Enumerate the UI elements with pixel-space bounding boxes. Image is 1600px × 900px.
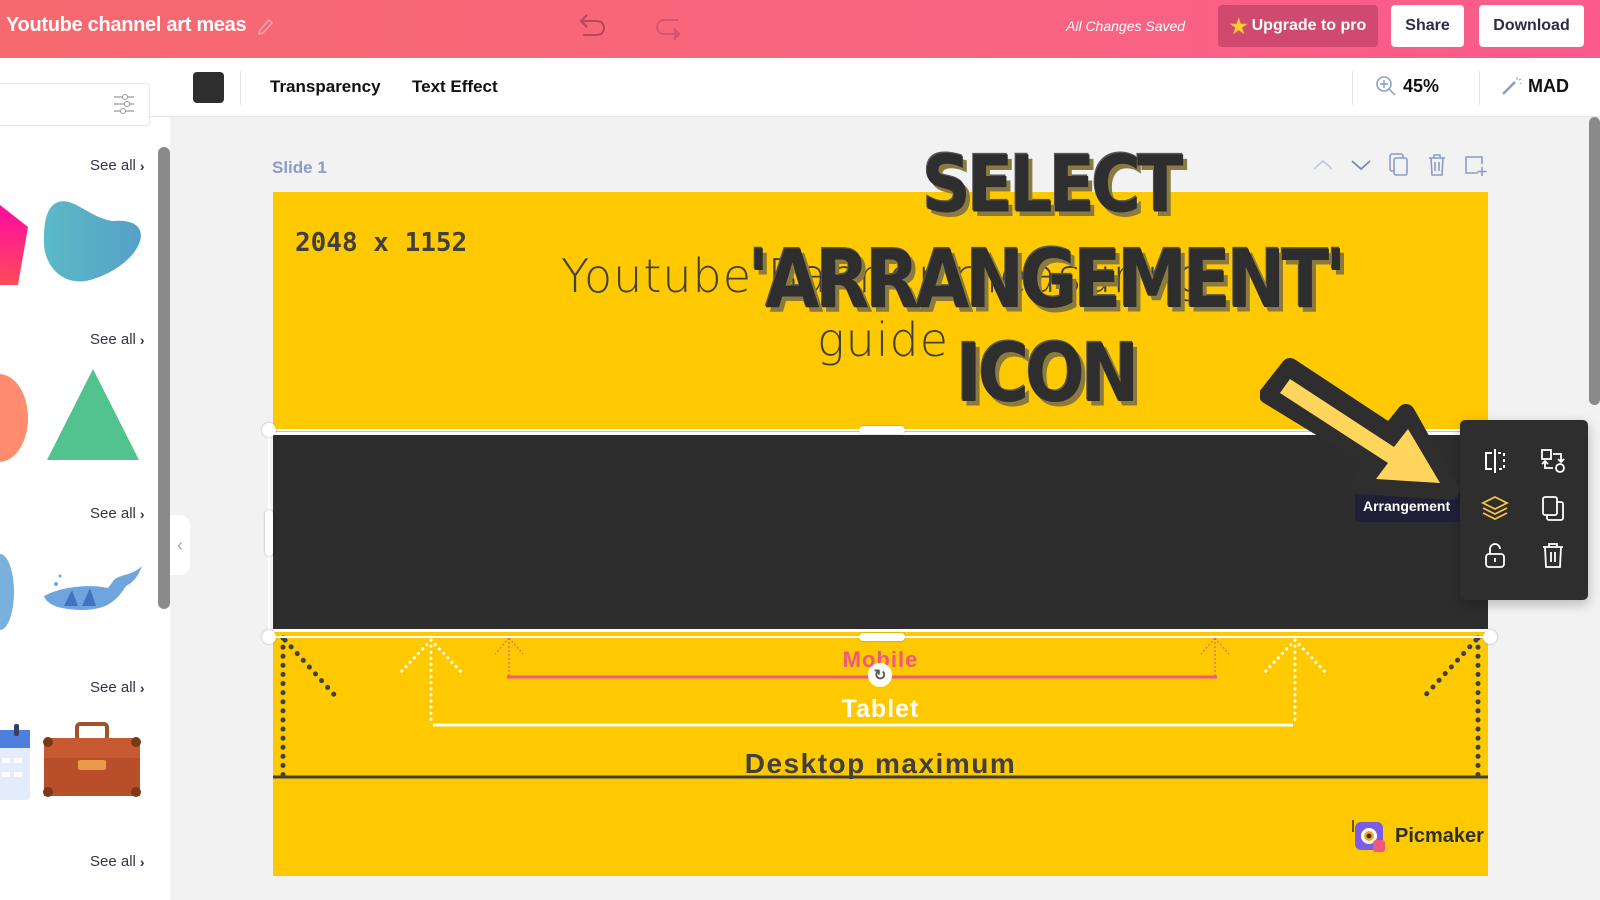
picmaker-logo[interactable]: Picmaker xyxy=(1351,818,1484,854)
elements-sidebar: See all › See all › See all › See all › See … xyxy=(0,83,170,900)
magic-label: MAD xyxy=(1528,75,1569,96)
chevron-left-icon: ‹ xyxy=(177,534,183,555)
chevron-right-icon: › xyxy=(139,679,145,696)
filter-icon[interactable] xyxy=(113,92,135,116)
magic-wand-icon xyxy=(1502,77,1522,95)
zoom-in-icon xyxy=(1376,76,1396,96)
annotation-line-2: 'ARRANGEMENT' xyxy=(748,232,1347,327)
toolbar: Transparency Text Effect 45% MAD xyxy=(0,58,1600,117)
picmaker-logo-text: Picmaker xyxy=(1395,824,1484,847)
see-all-link[interactable]: See all › xyxy=(90,505,145,522)
tablet-label[interactable]: Tablet xyxy=(273,695,1488,724)
replace-icon xyxy=(1541,449,1565,473)
move-slide-down-icon[interactable] xyxy=(1348,152,1374,178)
layers-icon xyxy=(1480,495,1510,521)
annotation-line-3: ICON xyxy=(956,326,1140,421)
replace-button[interactable] xyxy=(1536,444,1570,478)
duplicate-button[interactable] xyxy=(1536,491,1570,525)
chevron-right-icon: › xyxy=(139,853,145,870)
see-all-link[interactable]: See all › xyxy=(90,679,145,696)
whale-illustration[interactable] xyxy=(42,562,146,622)
see-all-link[interactable]: See all › xyxy=(90,331,145,348)
unlock-icon xyxy=(1485,543,1505,568)
annotation-line-1: SELECT xyxy=(922,140,1183,231)
top-bar: Youtube channel art meas All Changes Sav… xyxy=(0,0,1600,58)
flip-icon xyxy=(1485,449,1505,473)
zoom-level: 45% xyxy=(1403,75,1440,96)
duplicate-icon xyxy=(1542,496,1564,521)
download-button[interactable]: Download xyxy=(1479,5,1584,47)
chevron-right-icon: › xyxy=(139,157,145,174)
undo-icon[interactable] xyxy=(575,10,611,42)
canvas-scrollbar[interactable] xyxy=(1589,117,1600,405)
collapse-sidebar-button[interactable]: ‹ xyxy=(170,515,190,575)
delete-button[interactable] xyxy=(1536,538,1570,572)
slide-controls xyxy=(1310,152,1488,178)
resize-handle-left[interactable] xyxy=(265,510,273,556)
briefcase-illustration[interactable] xyxy=(42,722,142,798)
move-slide-up-icon[interactable] xyxy=(1310,152,1336,178)
trash-icon xyxy=(1543,543,1563,568)
duplicate-slide-icon[interactable] xyxy=(1386,152,1412,178)
magic-button[interactable]: MAD xyxy=(1500,75,1569,97)
add-slide-icon[interactable] xyxy=(1462,152,1488,178)
annotation-arrow-icon xyxy=(1260,358,1459,500)
resize-handle-bottom-right[interactable] xyxy=(1483,630,1497,644)
pentagon-shape[interactable] xyxy=(0,205,32,295)
animal-illustration[interactable] xyxy=(0,542,16,632)
redo-icon[interactable] xyxy=(650,12,686,44)
see-all-link[interactable]: See all › xyxy=(90,853,145,870)
circle-shape[interactable] xyxy=(0,374,28,462)
resize-handle-top-left[interactable] xyxy=(262,423,276,437)
slide-label: Slide 1 xyxy=(272,158,327,177)
resize-handle-bottom-left[interactable] xyxy=(262,630,276,644)
transparency-button[interactable]: Transparency xyxy=(270,77,381,97)
divider xyxy=(1479,71,1480,105)
desktop-label[interactable]: Desktop maximum xyxy=(273,748,1488,780)
arrangement-button[interactable] xyxy=(1478,491,1512,525)
calendar-illustration[interactable] xyxy=(0,724,32,802)
chevron-right-icon: › xyxy=(139,331,145,348)
divider xyxy=(240,71,241,105)
share-button[interactable]: Share xyxy=(1391,5,1464,47)
rotate-handle-icon[interactable]: ↻ xyxy=(868,663,892,687)
zoom-control[interactable]: 45% xyxy=(1375,75,1439,97)
lock-button[interactable] xyxy=(1478,538,1512,572)
divider xyxy=(1352,71,1353,105)
document-title[interactable]: Youtube channel art meas xyxy=(6,14,247,37)
blob-shape[interactable] xyxy=(42,199,146,285)
upgrade-button[interactable]: ★ Upgrade to pro xyxy=(1218,5,1378,47)
resize-handle-top[interactable] xyxy=(859,426,905,434)
star-icon: ★ xyxy=(1229,15,1248,38)
delete-slide-icon[interactable] xyxy=(1424,152,1450,178)
save-status: All Changes Saved xyxy=(1066,18,1186,34)
text-color-swatch[interactable] xyxy=(193,72,224,103)
picmaker-logo-icon xyxy=(1352,820,1385,852)
chevron-right-icon: › xyxy=(139,505,145,522)
pencil-icon[interactable] xyxy=(255,16,275,38)
upgrade-label: Upgrade to pro xyxy=(1251,17,1367,34)
text-effect-button[interactable]: Text Effect xyxy=(412,77,498,97)
triangle-shape[interactable] xyxy=(46,367,140,462)
see-all-link[interactable]: See all › xyxy=(90,157,145,174)
flip-button[interactable] xyxy=(1478,444,1512,478)
sidebar-scrollbar[interactable] xyxy=(158,147,170,609)
resize-handle-bottom[interactable] xyxy=(859,633,905,641)
